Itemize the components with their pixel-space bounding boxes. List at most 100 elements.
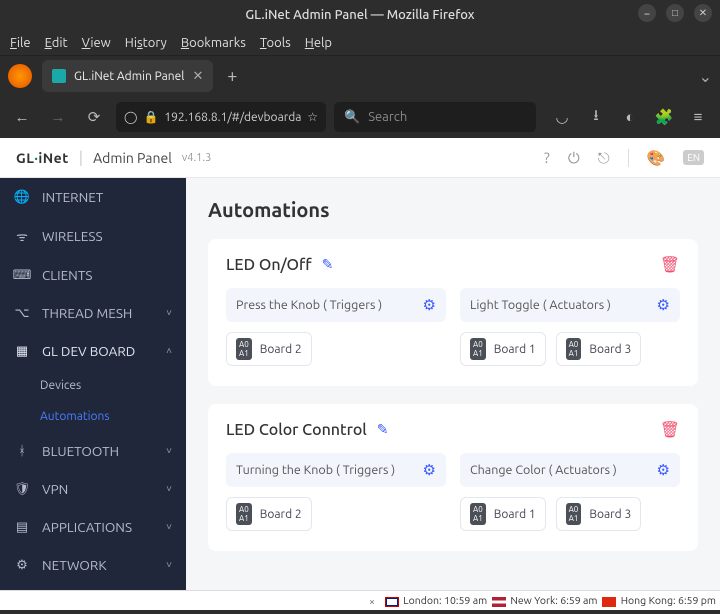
chip-label: Board 1 (494, 508, 536, 521)
chevron-up-icon: ˄ (166, 345, 172, 357)
sidebar-item-clients[interactable]: ⌨ CLIENTS (0, 256, 186, 294)
sidebar-item-gl-dev-board[interactable]: ▦GL DEV BOARD˄ (0, 332, 186, 370)
chip-label: Board 2 (260, 343, 302, 356)
edit-icon[interactable]: ✎ (377, 421, 389, 438)
menu-edit[interactable]: Edit (45, 36, 68, 50)
sidebar-item-wireless[interactable]: ᯤWIRELESS (0, 216, 186, 256)
port-badge: A0A1 (236, 503, 252, 525)
menu-history[interactable]: History (125, 36, 167, 50)
board-chip[interactable]: A0A1Board 3 (556, 497, 642, 531)
triggers-label: Turning the Knob ( Triggers ) (236, 463, 395, 477)
gear-icon[interactable]: ⚙ (423, 461, 436, 479)
status-close-icon[interactable]: × (369, 595, 375, 607)
sidebar-item-network[interactable]: ⚙NETWORK˅ (0, 546, 186, 584)
sidebar-item-applications[interactable]: ▤APPLICATIONS˅ (0, 508, 186, 546)
menu-view[interactable]: View (82, 36, 111, 50)
firefox-icon (8, 64, 32, 88)
actuators-label: Light Toggle ( Actuators ) (470, 298, 611, 312)
logout-icon[interactable]: ⎋ (598, 149, 610, 167)
browser-tab[interactable]: GL.iNet Admin Panel ✕ (42, 60, 213, 92)
window-maximize-button[interactable]: □ (666, 4, 684, 22)
actuators-header: Light Toggle ( Actuators ) ⚙ (460, 288, 680, 322)
sidebar-item-label: THREAD MESH (42, 305, 132, 321)
menu-help[interactable]: Help (305, 36, 332, 50)
chevron-down-icon: ˅ (166, 483, 172, 495)
triggers-label: Press the Knob ( Triggers ) (236, 298, 382, 312)
bookmark-star-icon[interactable]: ☆ (307, 110, 318, 124)
sidebar-subitem-devices[interactable]: Devices (0, 370, 186, 401)
sidebar-item-internet[interactable]: 🌐INTERNET (0, 178, 186, 216)
lock-icon: 🔒 (143, 110, 158, 124)
card-title: LED Color Conntrol (226, 421, 367, 439)
board-icon: ▦ (14, 344, 30, 359)
extensions-button[interactable]: 🧩 (650, 103, 678, 131)
sidebar-item-label: BLUETOOTH (42, 443, 119, 459)
gear-icon[interactable]: ⚙ (423, 296, 436, 314)
menu-tools[interactable]: Tools (260, 36, 291, 50)
clock-us: New York: 6:59 am (492, 594, 598, 606)
app-menubar: File Edit View History Bookmarks Tools H… (0, 30, 720, 56)
divider (628, 149, 629, 167)
forward-button[interactable]: → (44, 103, 72, 131)
board-chip[interactable]: A0A1Board 2 (226, 332, 312, 366)
new-tab-button[interactable]: + (217, 61, 247, 91)
power-icon[interactable]: ⏻ (568, 149, 580, 167)
window-minimize-button[interactable]: – (638, 4, 656, 22)
port-badge: A0A1 (566, 338, 582, 360)
url-bar[interactable]: ◯ 🔒 192.168.8.1/#/devboardautom ☆ (116, 102, 326, 132)
globe-icon: 🌐 (14, 190, 30, 205)
brand-logo: GL·iNet (16, 150, 69, 166)
port-badge: A0A1 (566, 503, 582, 525)
sidebar-item-label: NETWORK (42, 557, 107, 573)
status-bar: × London: 10:59 am New York: 6:59 am Hon… (0, 590, 720, 610)
chevron-down-icon: ˅ (166, 307, 172, 319)
app-header: GL·iNet | Admin Panel v4.1.3 ? ⏻ ⎋ 🎨 EN (0, 138, 720, 178)
account-button[interactable]: ◐ (616, 103, 644, 131)
back-button[interactable]: ← (8, 103, 36, 131)
search-icon: 🔍 (344, 110, 360, 125)
pocket-button[interactable]: ◡ (548, 103, 576, 131)
shield-icon: 🛡 (14, 482, 30, 497)
gear-icon[interactable]: ⚙ (657, 461, 670, 479)
flag-icon (385, 597, 399, 607)
reload-button[interactable]: ⟳ (80, 103, 108, 131)
board-chip[interactable]: A0A1Board 1 (460, 497, 546, 531)
board-chip[interactable]: A0A1Board 1 (460, 332, 546, 366)
board-chip[interactable]: A0A1 Board 3 (556, 332, 642, 366)
automation-card: LED Color Conntrol ✎ 🗑 Turning the Knob ( T… (208, 404, 698, 551)
actuators-label: Change Color ( Actuators ) (470, 463, 617, 477)
sidebar-item-label: CLIENTS (42, 267, 92, 283)
help-icon[interactable]: ? (544, 149, 550, 166)
board-chip[interactable]: A0A1Board 2 (226, 497, 312, 531)
downloads-button[interactable]: ⭳ (582, 103, 610, 131)
chip-label: Board 3 (589, 343, 631, 356)
search-bar[interactable]: 🔍 Search (334, 102, 536, 132)
devices-icon: ⌨ (14, 268, 30, 283)
menu-file[interactable]: File (10, 36, 31, 50)
language-chip[interactable]: EN (683, 150, 704, 165)
tab-close-button[interactable]: ✕ (192, 69, 203, 84)
app-menu-button[interactable]: ≡ (684, 103, 712, 131)
tabs-overflow-button[interactable]: ⌄ (699, 67, 712, 86)
actuators-header: Change Color ( Actuators ) ⚙ (460, 453, 680, 487)
apps-icon: ▤ (14, 520, 30, 535)
page-content: GL·iNet | Admin Panel v4.1.3 ? ⏻ ⎋ 🎨 EN … (0, 138, 720, 610)
version-label: v4.1.3 (182, 152, 211, 164)
edit-icon[interactable]: ✎ (322, 256, 334, 273)
panel-name: Admin Panel (93, 150, 172, 166)
sidebar-item-bluetooth[interactable]: ᚼBLUETOOTH˅ (0, 432, 186, 470)
net-icon: ⚙ (14, 558, 30, 573)
sidebar-subitem-automations[interactable]: Automations (0, 401, 186, 432)
window-close-button[interactable]: ✕ (694, 4, 712, 22)
shield-icon: ◯ (124, 110, 137, 124)
divider: | (79, 149, 83, 167)
sidebar-item-thread-mesh[interactable]: ⌥THREAD MESH˅ (0, 294, 186, 332)
menu-bookmarks[interactable]: Bookmarks (181, 36, 246, 50)
gear-icon[interactable]: ⚙ (657, 296, 670, 314)
trash-icon[interactable]: 🗑 (660, 420, 680, 439)
sidebar-item-label: VPN (42, 481, 68, 497)
trash-icon[interactable]: 🗑 (660, 255, 680, 274)
card-title: LED On/Off (226, 256, 312, 274)
theme-icon[interactable]: 🎨 (647, 149, 666, 167)
sidebar-item-vpn[interactable]: 🛡 VPN ˅ (0, 470, 186, 508)
